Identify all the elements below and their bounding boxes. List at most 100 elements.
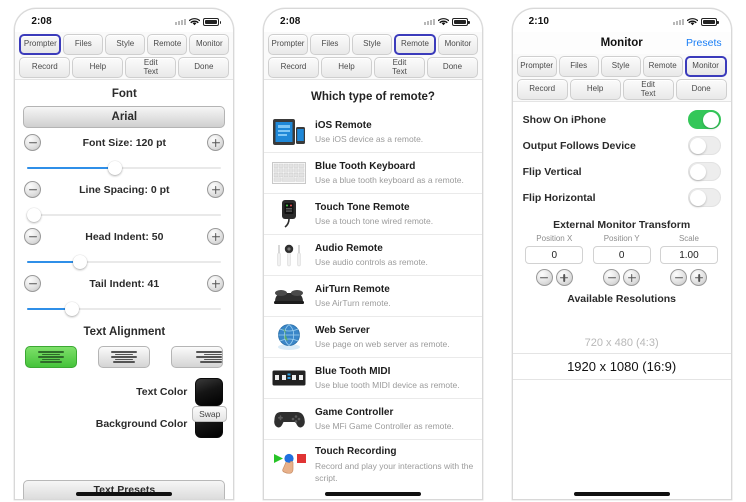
list-item[interactable]: AirTurn Remote Use AirTurn remote. <box>263 275 482 316</box>
swap-colors-button[interactable]: Swap <box>192 406 228 422</box>
head-indent-plus-button[interactable] <box>207 228 225 245</box>
toolbar-button-label: Done <box>442 62 463 72</box>
scale-input[interactable]: 1.00 <box>659 246 718 264</box>
head-indent-minus-button[interactable] <box>24 228 42 245</box>
position-x-input[interactable]: 0 <box>525 246 584 264</box>
tail-indent-minus-button[interactable] <box>24 275 42 292</box>
toolbar-button-record[interactable]: Record <box>19 57 71 78</box>
tail-indent-plus-button[interactable] <box>207 275 225 292</box>
resolution-option-selected[interactable]: 1920 x 1080 (16:9) <box>512 353 731 380</box>
toolbar-button-help[interactable]: Help <box>72 57 124 78</box>
position-x-minus-button[interactable] <box>535 269 553 286</box>
toolbar-button-prompter[interactable]: Prompter <box>267 34 308 55</box>
toolbar-button-label: Monitor <box>444 39 472 49</box>
list-item-subtitle: Use audio controls as remote. <box>314 257 428 268</box>
align-center-icon[interactable] <box>98 346 151 368</box>
phone-slot-style: 2:08 Prompter Files Style Remote Monitor <box>0 0 249 502</box>
toolbar-button-label: Record <box>31 62 58 72</box>
text-presets-button[interactable]: Text Presets <box>23 480 226 499</box>
color-settings: Text Color Background Color Swap <box>15 368 233 440</box>
list-item[interactable]: iOS Remote Use iOS device as a remote. <box>264 112 482 152</box>
list-item[interactable]: Touch Recording Record and play your int… <box>263 439 482 489</box>
toolbar-button-files[interactable]: Files <box>558 56 599 77</box>
head-indent-control: Head Indent: 50 <box>15 222 233 245</box>
globe-icon <box>271 322 307 352</box>
toolbar-button-done[interactable]: Done <box>178 57 230 78</box>
line-spacing-plus-button[interactable] <box>207 181 225 198</box>
toolbar-button-edit-text[interactable]: Edit Text <box>622 79 674 100</box>
nav-bar: Monitor Presets <box>512 32 731 54</box>
presets-link[interactable]: Presets <box>686 37 722 49</box>
toolbar-button-help[interactable]: Help <box>569 79 621 100</box>
toolbar-button-done[interactable]: Done <box>426 57 478 78</box>
scale-minus-button[interactable] <box>670 269 688 286</box>
position-x-steppers <box>525 269 583 286</box>
text-alignment-group <box>15 340 233 368</box>
position-y-minus-button[interactable] <box>603 269 621 286</box>
gamepad-icon <box>271 404 307 434</box>
toolbar-button-style[interactable]: Style <box>351 34 392 55</box>
toggle-flip-vertical[interactable] <box>687 162 721 181</box>
toolbar-button-style[interactable]: Style <box>105 34 146 55</box>
align-left-icon[interactable] <box>25 346 78 368</box>
toolbar-button-record[interactable]: Record <box>267 57 319 78</box>
slider-knob[interactable] <box>27 208 42 222</box>
remote-list-heading: Which type of remote? <box>311 91 435 103</box>
list-item[interactable]: Blue Tooth Keyboard Use a blue tooth key… <box>263 152 482 193</box>
list-item[interactable]: Blue Tooth MIDI Use blue tooth MIDI devi… <box>263 357 482 398</box>
toolbar-button-remote[interactable]: Remote <box>393 34 436 55</box>
position-y-plus-button[interactable] <box>623 269 641 286</box>
toolbar-button-files[interactable]: Files <box>63 34 104 55</box>
position-y-input[interactable]: 0 <box>592 246 651 264</box>
list-item[interactable]: Audio Remote Use audio controls as remot… <box>263 234 482 275</box>
position-x-plus-button[interactable] <box>555 269 573 286</box>
toolbar-button-files[interactable]: Files <box>309 34 350 55</box>
toggle-flip-horizontal[interactable] <box>687 188 721 207</box>
toolbar-button-edit-text[interactable]: Edit Text <box>125 57 177 78</box>
slider-knob[interactable] <box>107 161 122 175</box>
align-right-icon[interactable] <box>171 346 224 368</box>
battery-icon <box>203 17 222 26</box>
line-spacing-slider[interactable] <box>27 208 222 222</box>
toolbar-button-monitor[interactable]: Monitor <box>684 56 727 77</box>
font-size-plus-button[interactable] <box>207 134 225 151</box>
list-item[interactable]: Game Controller Use MFi Game Controller … <box>263 398 482 439</box>
list-item[interactable]: Touch Tone Remote Use a touch tone wired… <box>263 193 482 234</box>
toolbar-button-prompter[interactable]: Prompter <box>19 34 62 55</box>
scale-plus-button[interactable] <box>690 269 708 286</box>
list-item-subtitle: Use AirTurn remote. <box>314 298 391 309</box>
ios-device-icon <box>271 117 307 147</box>
airturn-pedal-icon <box>271 281 307 311</box>
toolbar: Prompter Files Style Remote Monitor Reco… <box>15 32 234 79</box>
toolbar-button-done[interactable]: Done <box>675 79 727 100</box>
font-size-minus-button[interactable] <box>24 134 42 151</box>
font-size-slider[interactable] <box>27 161 222 175</box>
slider-knob[interactable] <box>72 255 87 269</box>
toolbar-button-label: Style <box>116 39 135 49</box>
list-item[interactable]: Web Server Use page on web server as rem… <box>263 316 482 357</box>
toolbar-row-secondary: Record Help Edit Text Done <box>266 56 480 79</box>
font-picker-button[interactable]: Arial <box>23 106 226 128</box>
tail-indent-slider[interactable] <box>27 302 222 316</box>
toolbar-button-help[interactable]: Help <box>320 57 372 78</box>
toggle-show-on-iphone[interactable] <box>687 110 721 129</box>
toolbar-button-remote[interactable]: Remote <box>147 34 188 55</box>
toolbar-button-monitor[interactable]: Monitor <box>437 34 478 55</box>
toolbar-button-edit-text[interactable]: Edit Text <box>373 57 425 78</box>
head-indent-slider[interactable] <box>27 255 222 269</box>
toggle-output-follows-device[interactable] <box>687 136 721 155</box>
toolbar-button-style[interactable]: Style <box>600 56 641 77</box>
line-spacing-minus-button[interactable] <box>24 181 42 198</box>
toolbar-button-monitor[interactable]: Monitor <box>189 34 230 55</box>
text-color-swatch[interactable] <box>195 378 224 406</box>
toolbar-button-record[interactable]: Record <box>516 79 568 100</box>
toolbar-button-label: Remote <box>153 39 182 49</box>
list-item-text: Web Server Use page on web server as rem… <box>315 324 450 351</box>
list-item-title: iOS Remote <box>314 119 372 131</box>
toolbar-button-prompter[interactable]: Prompter <box>516 56 557 77</box>
midi-device-icon <box>271 363 307 393</box>
resolution-option[interactable]: 720 x 480 (4:3) <box>513 333 731 353</box>
toolbar-button-label: Done <box>194 62 214 72</box>
toolbar-button-remote[interactable]: Remote <box>642 56 683 77</box>
slider-knob[interactable] <box>64 302 79 316</box>
